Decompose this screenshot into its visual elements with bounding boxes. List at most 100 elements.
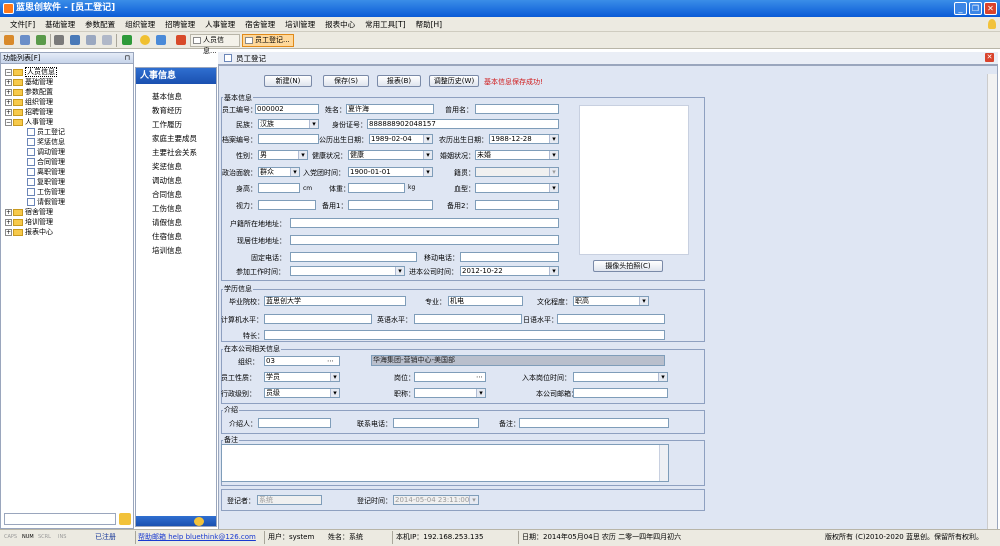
new-button[interactable]: 新建(N) [264, 75, 312, 87]
history-button[interactable]: 调整历史(W) [429, 75, 479, 87]
work-start-picker[interactable] [290, 266, 405, 276]
tree-item-register[interactable]: 员工登记 [27, 127, 65, 137]
expand-icon[interactable]: + [5, 228, 12, 236]
panel-search-input[interactable] [4, 513, 116, 525]
menu-report[interactable]: 报表中心 [325, 17, 355, 32]
blood-select[interactable] [475, 183, 559, 193]
tree-item-resign[interactable]: 离职管理 [27, 167, 65, 177]
side-item-training[interactable]: 培训信息 [152, 245, 182, 256]
expand-icon[interactable]: + [5, 218, 12, 226]
tab-personnel-info[interactable]: 人员信息... [190, 34, 240, 55]
menu-file[interactable]: 文件[F] [10, 17, 35, 32]
pin-icon[interactable]: ⊓ [125, 53, 130, 64]
side-item-contract[interactable]: 合同信息 [152, 189, 182, 200]
collapse-icon[interactable]: − [5, 68, 12, 76]
contact-input[interactable] [393, 418, 479, 428]
tree-item-rewards[interactable]: 奖惩信息 [27, 137, 65, 147]
collapse-icon[interactable]: − [5, 118, 12, 126]
phone-input[interactable] [290, 252, 417, 262]
lunar-date-picker[interactable]: 1988-12-28 [489, 134, 559, 144]
skill-input[interactable] [264, 330, 665, 340]
report-button[interactable]: 报表(B) [377, 75, 421, 87]
marital-select[interactable]: 未婚 [475, 150, 559, 160]
tree-item-leave[interactable]: 请假管理 [27, 197, 65, 207]
birth-date-picker[interactable]: 1989-02-04 [369, 134, 433, 144]
menu-recruit[interactable]: 招聘管理 [165, 17, 195, 32]
rank-select[interactable]: 员级 [264, 388, 340, 398]
notes-scrollbar[interactable] [659, 445, 668, 481]
tree-item-rejoin[interactable]: 复职管理 [27, 177, 65, 187]
bulb-icon[interactable] [988, 19, 996, 29]
side-item-education[interactable]: 教育经历 [152, 105, 182, 116]
save-button[interactable]: 保存(S) [323, 75, 369, 87]
expand-icon[interactable]: + [5, 78, 12, 86]
side-item-leave[interactable]: 请假信息 [152, 217, 182, 228]
export-icon[interactable] [86, 35, 96, 45]
tree-item-report[interactable]: + 报表中心 [5, 227, 53, 237]
menu-tools[interactable]: 常用工具[T] [365, 17, 405, 32]
calendar-icon[interactable] [102, 35, 112, 45]
tree-item-dorm[interactable]: + 宿舍管理 [5, 207, 53, 217]
file-no-input[interactable] [258, 134, 319, 144]
id-input[interactable]: 888888902048157 [367, 119, 559, 129]
restore-button[interactable]: ❐ [969, 2, 982, 15]
menu-params[interactable]: 参数配置 [85, 17, 115, 32]
close-button[interactable]: ✕ [984, 2, 997, 15]
org-browse-button[interactable]: ⋯ [327, 357, 334, 365]
expand-icon[interactable]: + [5, 98, 12, 106]
native-select[interactable] [475, 167, 559, 177]
lightbulb-icon[interactable] [140, 35, 150, 45]
form-scrollbar[interactable] [987, 74, 997, 530]
expand-icon[interactable]: + [5, 88, 12, 96]
side-item-injury[interactable]: 工伤信息 [152, 203, 182, 214]
tree-item-org[interactable]: + 组织管理 [5, 97, 53, 107]
form-tab-title[interactable]: 员工登记 [236, 53, 266, 64]
post-browse-button[interactable]: ⋯ [476, 373, 483, 381]
menu-org[interactable]: 组织管理 [125, 17, 155, 32]
search-icon[interactable] [119, 513, 131, 525]
join-date-picker[interactable]: 2012-10-22 [460, 266, 559, 276]
japanese-input[interactable] [557, 314, 665, 324]
introducer-input[interactable] [258, 418, 331, 428]
users-icon[interactable] [20, 35, 30, 45]
menu-help[interactable]: 帮助[H] [416, 17, 443, 32]
english-input[interactable] [414, 314, 522, 324]
type-select[interactable]: 学员 [264, 372, 340, 382]
tree-item-contract[interactable]: 合同管理 [27, 157, 65, 167]
notes-textarea[interactable] [221, 444, 669, 482]
tab-employee-register[interactable]: 员工登记... [242, 34, 294, 47]
current-address-input[interactable] [290, 235, 559, 245]
menu-training[interactable]: 培训管理 [285, 17, 315, 32]
emp-no-input[interactable]: 000002 [255, 104, 319, 114]
weight-input[interactable] [348, 183, 405, 193]
side-item-work[interactable]: 工作履历 [152, 119, 182, 130]
political-select[interactable]: 群众 [258, 167, 300, 177]
side-item-basic[interactable]: 基本信息 [152, 91, 182, 102]
person-icon[interactable] [156, 35, 166, 45]
computer-input[interactable] [264, 314, 372, 324]
title-select[interactable] [414, 388, 486, 398]
memo2-input[interactable] [475, 200, 559, 210]
download-icon[interactable] [122, 35, 132, 45]
tree-item-recruit[interactable]: + 招聘管理 [5, 107, 53, 117]
side-item-dorm[interactable]: 住宿信息 [152, 231, 182, 242]
tree-item-transfer[interactable]: 调动管理 [27, 147, 65, 157]
tree-item-hr[interactable]: − 人事管理 [5, 117, 53, 127]
tree-item-params[interactable]: + 参数配置 [5, 87, 53, 97]
menu-hr[interactable]: 人事管理 [205, 17, 235, 32]
ethnic-select[interactable]: 汉族 [258, 119, 319, 129]
major-input[interactable]: 机电 [448, 296, 523, 306]
remark-input[interactable] [519, 418, 669, 428]
hukou-input[interactable] [290, 218, 559, 228]
tree-item-injury[interactable]: 工伤管理 [27, 187, 65, 197]
monitor-icon[interactable] [70, 35, 80, 45]
expand-icon[interactable]: + [5, 108, 12, 116]
email-input[interactable] [573, 388, 668, 398]
post-time-picker[interactable] [573, 372, 668, 382]
height-input[interactable] [258, 183, 300, 193]
school-input[interactable]: 蓝思创大学 [264, 296, 406, 306]
used-name-input[interactable] [475, 104, 559, 114]
menu-dorm[interactable]: 宿舍管理 [245, 17, 275, 32]
close-tab-icon[interactable]: ✕ [985, 53, 994, 62]
mobile-input[interactable] [460, 252, 559, 262]
